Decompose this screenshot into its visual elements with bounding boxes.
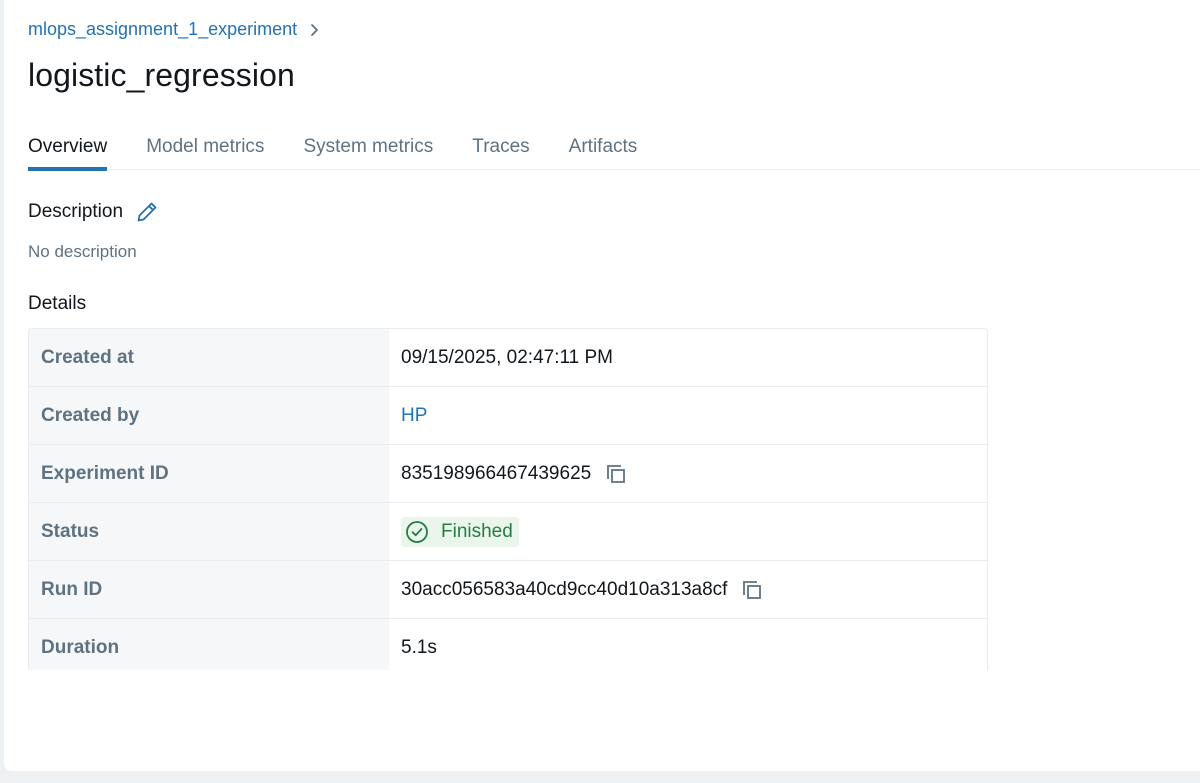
table-row: Status Finished: [29, 503, 987, 561]
tab-artifacts[interactable]: Artifacts: [569, 133, 638, 170]
table-row: Created by HP: [29, 387, 987, 445]
row-key: Created at: [29, 329, 389, 386]
table-row: Duration 5.1s: [29, 619, 987, 670]
duration-value: 5.1s: [401, 637, 437, 658]
chevron-right-icon: [309, 23, 319, 37]
row-key: Run ID: [29, 561, 389, 618]
table-row: Experiment ID 835198966467439625: [29, 445, 987, 503]
created-by-link[interactable]: HP: [401, 405, 427, 427]
run-id-cell: 30acc056583a40cd9cc40d10a313a8cf: [389, 561, 987, 618]
tab-overview[interactable]: Overview: [28, 133, 108, 171]
created-by-cell: HP: [389, 387, 987, 444]
breadcrumb: mlops_assignment_1_experiment: [28, 19, 319, 40]
table-row: Created at 09/15/2025, 02:47:11 PM: [29, 329, 987, 387]
description-heading-label: Description: [28, 201, 124, 222]
table-row: Run ID 30acc056583a40cd9cc40d10a313a8cf: [29, 561, 987, 619]
status-cell: Finished: [389, 503, 987, 560]
page-title: logistic_regression: [28, 57, 295, 93]
experiment-id-cell: 835198966467439625: [389, 445, 987, 502]
row-key: Duration: [29, 619, 389, 670]
status-text: Finished: [441, 520, 513, 542]
run-details-panel: mlops_assignment_1_experiment logistic_r…: [4, 0, 1200, 771]
breadcrumb-experiment-link[interactable]: mlops_assignment_1_experiment: [28, 19, 297, 40]
description-empty-text: No description: [28, 242, 137, 261]
details-table: Created at 09/15/2025, 02:47:11 PM Creat…: [28, 328, 988, 670]
copy-icon[interactable]: [741, 579, 763, 601]
details-heading: Details: [28, 293, 87, 314]
tab-traces[interactable]: Traces: [472, 133, 529, 170]
tab-system-metrics[interactable]: System metrics: [303, 133, 433, 170]
tab-bar: Overview Model metrics System metrics Tr…: [28, 133, 1200, 171]
run-id-value: 30acc056583a40cd9cc40d10a313a8cf: [401, 578, 728, 600]
experiment-id-value: 835198966467439625: [401, 462, 592, 484]
tab-model-metrics[interactable]: Model metrics: [146, 133, 264, 170]
created-at-value: 09/15/2025, 02:47:11 PM: [401, 346, 613, 368]
row-key: Status: [29, 503, 389, 560]
status-badge: Finished: [401, 516, 519, 547]
check-circle-icon: [405, 520, 429, 544]
row-key: Created by: [29, 387, 389, 444]
description-heading: Description: [28, 200, 159, 224]
pencil-icon[interactable]: [135, 200, 159, 224]
row-key: Experiment ID: [29, 445, 389, 502]
copy-icon[interactable]: [605, 463, 627, 485]
